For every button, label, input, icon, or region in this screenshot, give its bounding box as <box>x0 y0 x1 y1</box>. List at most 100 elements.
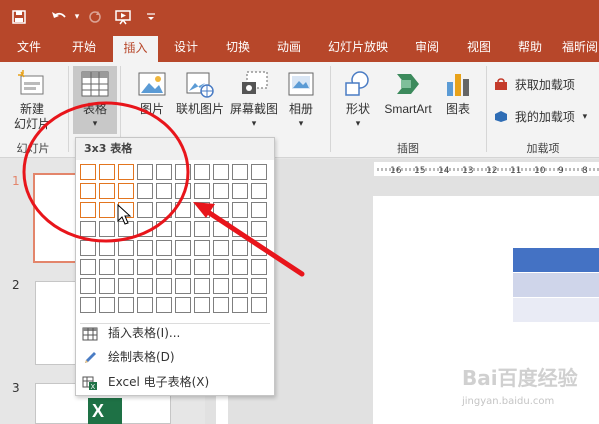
tab-view[interactable]: 视图 <box>461 34 497 62</box>
table-header-row[interactable] <box>513 248 599 272</box>
table-grid-cell[interactable] <box>118 297 134 313</box>
table-grid-cell[interactable] <box>99 240 115 256</box>
tab-animations[interactable]: 动画 <box>270 34 308 62</box>
tab-insert[interactable]: 插入 <box>113 36 158 62</box>
album-dropdown-arrow[interactable]: ▾ <box>282 117 320 132</box>
table-grid-cell[interactable] <box>232 259 248 275</box>
get-addins-button[interactable]: 获取加载项 <box>494 76 599 93</box>
table-grid-cell[interactable] <box>213 221 229 237</box>
table-grid-cell[interactable] <box>175 259 191 275</box>
undo-icon[interactable] <box>46 6 72 28</box>
table-grid-cell[interactable] <box>137 221 153 237</box>
chart-button[interactable]: 图表 <box>440 70 476 117</box>
table-grid-cell[interactable] <box>194 278 210 294</box>
table-row[interactable] <box>513 273 599 297</box>
table-grid-cell[interactable] <box>99 297 115 313</box>
table-grid-cell[interactable] <box>175 183 191 199</box>
table-grid-cell[interactable] <box>232 183 248 199</box>
table-grid-cell[interactable] <box>156 221 172 237</box>
table-grid-cell[interactable] <box>213 240 229 256</box>
picture-button[interactable]: 图片 <box>134 70 170 117</box>
table-grid-cell[interactable] <box>194 221 210 237</box>
table-grid-cell[interactable] <box>213 259 229 275</box>
table-grid-cell[interactable] <box>175 240 191 256</box>
tab-design[interactable]: 设计 <box>168 34 204 62</box>
table-grid-cell[interactable] <box>137 183 153 199</box>
table-grid-cell[interactable] <box>99 259 115 275</box>
table-grid-cell[interactable] <box>232 240 248 256</box>
tab-help[interactable]: 帮助 <box>512 34 548 62</box>
horizontal-ruler[interactable]: 16 15 14 13 12 11 10 9 8 <box>374 162 599 176</box>
table-grid-cell[interactable] <box>175 221 191 237</box>
table-grid-cell[interactable] <box>232 221 248 237</box>
table-grid-cell[interactable] <box>194 240 210 256</box>
table-grid-cell[interactable] <box>232 202 248 218</box>
table-grid-cell[interactable] <box>156 278 172 294</box>
table-grid-cell[interactable] <box>194 183 210 199</box>
table-grid-cell[interactable] <box>137 297 153 313</box>
table-grid-cell[interactable] <box>118 278 134 294</box>
table-grid-cell[interactable] <box>80 164 96 180</box>
table-grid-cell[interactable] <box>175 297 191 313</box>
table-grid-cell[interactable] <box>99 221 115 237</box>
table-grid-cell[interactable] <box>251 278 267 294</box>
table-grid-cell[interactable] <box>213 297 229 313</box>
save-icon[interactable] <box>8 6 30 28</box>
table-grid-cell[interactable] <box>251 240 267 256</box>
table-grid-cell[interactable] <box>80 278 96 294</box>
table-grid-cell[interactable] <box>156 164 172 180</box>
tab-transitions[interactable]: 切换 <box>220 34 256 62</box>
table-grid-cell[interactable] <box>137 240 153 256</box>
table-grid-cell[interactable] <box>251 221 267 237</box>
table-grid-cell[interactable] <box>118 240 134 256</box>
table-grid-cell[interactable] <box>118 183 134 199</box>
table-grid-cell[interactable] <box>80 240 96 256</box>
table-grid-cell[interactable] <box>137 259 153 275</box>
table-grid-cell[interactable] <box>232 164 248 180</box>
undo-dropdown-icon[interactable]: ▾ <box>72 6 82 28</box>
table-grid-cell[interactable] <box>194 164 210 180</box>
table-grid-cell[interactable] <box>213 202 229 218</box>
table-grid-cell[interactable] <box>156 259 172 275</box>
table-grid-cell[interactable] <box>194 202 210 218</box>
table-grid-cell[interactable] <box>99 278 115 294</box>
table-grid-cell[interactable] <box>80 221 96 237</box>
draw-table-menu-item[interactable]: 绘制表格(D) <box>76 346 274 368</box>
table-grid-cell[interactable] <box>213 183 229 199</box>
insert-table-menu-item[interactable]: 插入表格(I)... <box>76 322 274 344</box>
table-grid-cell[interactable] <box>118 221 134 237</box>
customize-quick-access-icon[interactable] <box>144 6 158 28</box>
table-grid-cell[interactable] <box>137 164 153 180</box>
album-button[interactable]: 相册 ▾ <box>282 70 320 132</box>
screenshot-button[interactable]: 屏幕截图 ▾ <box>228 70 280 132</box>
shapes-button[interactable]: 形状 ▾ <box>340 70 376 132</box>
table-grid-cell[interactable] <box>156 202 172 218</box>
online-picture-button[interactable]: 联机图片 <box>172 70 228 117</box>
table-grid-cell[interactable] <box>80 183 96 199</box>
redo-icon[interactable] <box>86 6 104 28</box>
table-grid-cell[interactable] <box>213 164 229 180</box>
tab-review[interactable]: 审阅 <box>409 34 445 62</box>
table-grid-cell[interactable] <box>80 259 96 275</box>
table-grid-cell[interactable] <box>251 183 267 199</box>
table-button[interactable]: 表格 ▾ <box>73 70 117 132</box>
table-grid-cell[interactable] <box>251 259 267 275</box>
new-slide-button[interactable]: 新建 幻灯片 <box>4 70 60 132</box>
table-grid-cell[interactable] <box>99 183 115 199</box>
table-grid-cell[interactable] <box>213 278 229 294</box>
present-from-beginning-icon[interactable] <box>112 6 134 28</box>
table-grid-cell[interactable] <box>137 278 153 294</box>
table-dropdown-arrow[interactable]: ▾ <box>73 117 117 132</box>
table-grid-cell[interactable] <box>156 240 172 256</box>
table-grid-cell[interactable] <box>175 164 191 180</box>
table-grid-cell[interactable] <box>156 183 172 199</box>
table-grid-cell[interactable] <box>80 297 96 313</box>
tab-slide-show[interactable]: 幻灯片放映 <box>323 34 393 62</box>
table-grid-cell[interactable] <box>156 297 172 313</box>
table-grid-cell[interactable] <box>137 202 153 218</box>
table-grid-cell[interactable] <box>194 297 210 313</box>
table-grid-cell[interactable] <box>251 164 267 180</box>
tab-foxit[interactable]: 福昕阅 <box>562 34 599 62</box>
screenshot-dropdown-arrow[interactable]: ▾ <box>228 117 280 132</box>
table-grid-cell[interactable] <box>99 202 115 218</box>
